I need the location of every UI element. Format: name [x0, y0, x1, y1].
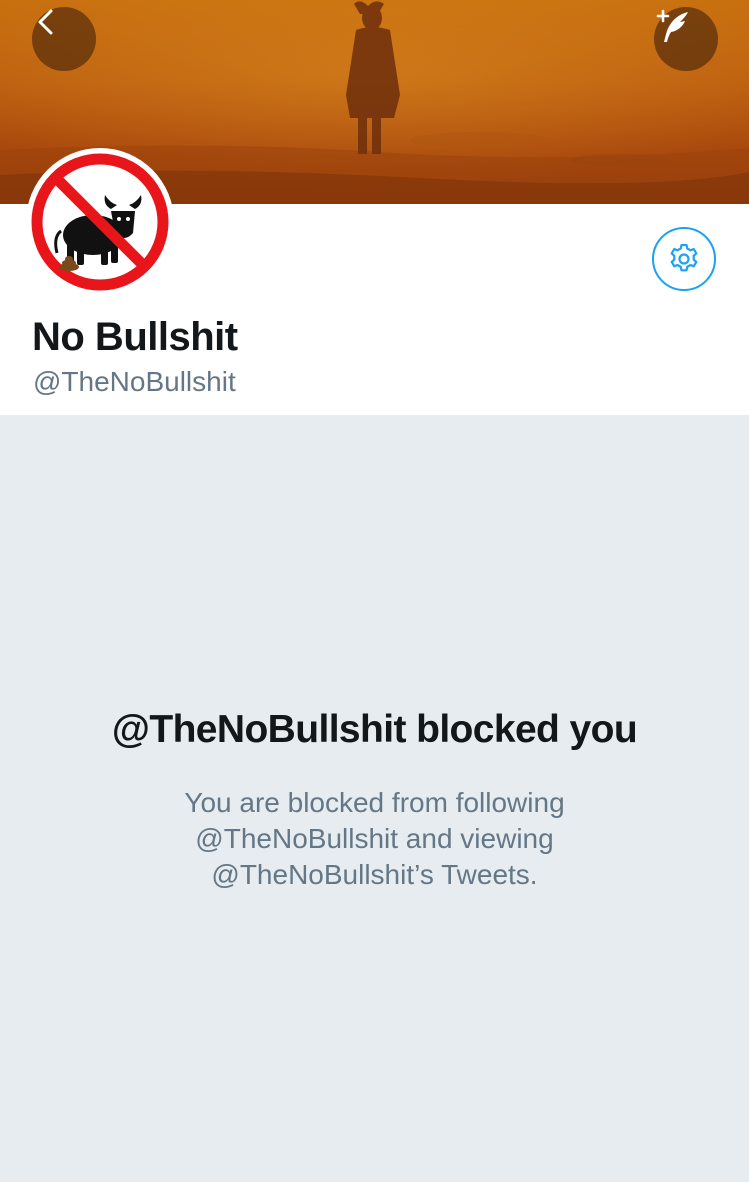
back-button[interactable] — [32, 7, 96, 71]
blocked-title: @TheNoBullshit blocked you — [111, 708, 638, 751]
compose-tweet-icon — [656, 9, 688, 42]
chevron-left-icon — [38, 9, 53, 35]
gear-icon — [670, 243, 698, 272]
settings-button[interactable] — [652, 227, 716, 291]
display-name: No Bullshit — [32, 315, 238, 359]
compose-tweet-button[interactable] — [654, 7, 718, 71]
avatar[interactable] — [26, 148, 174, 296]
no-bull-sign-icon — [31, 153, 169, 291]
profile-handle: @TheNoBullshit — [33, 366, 236, 397]
blocked-message: You are blocked from following @TheNoBul… — [184, 787, 565, 890]
